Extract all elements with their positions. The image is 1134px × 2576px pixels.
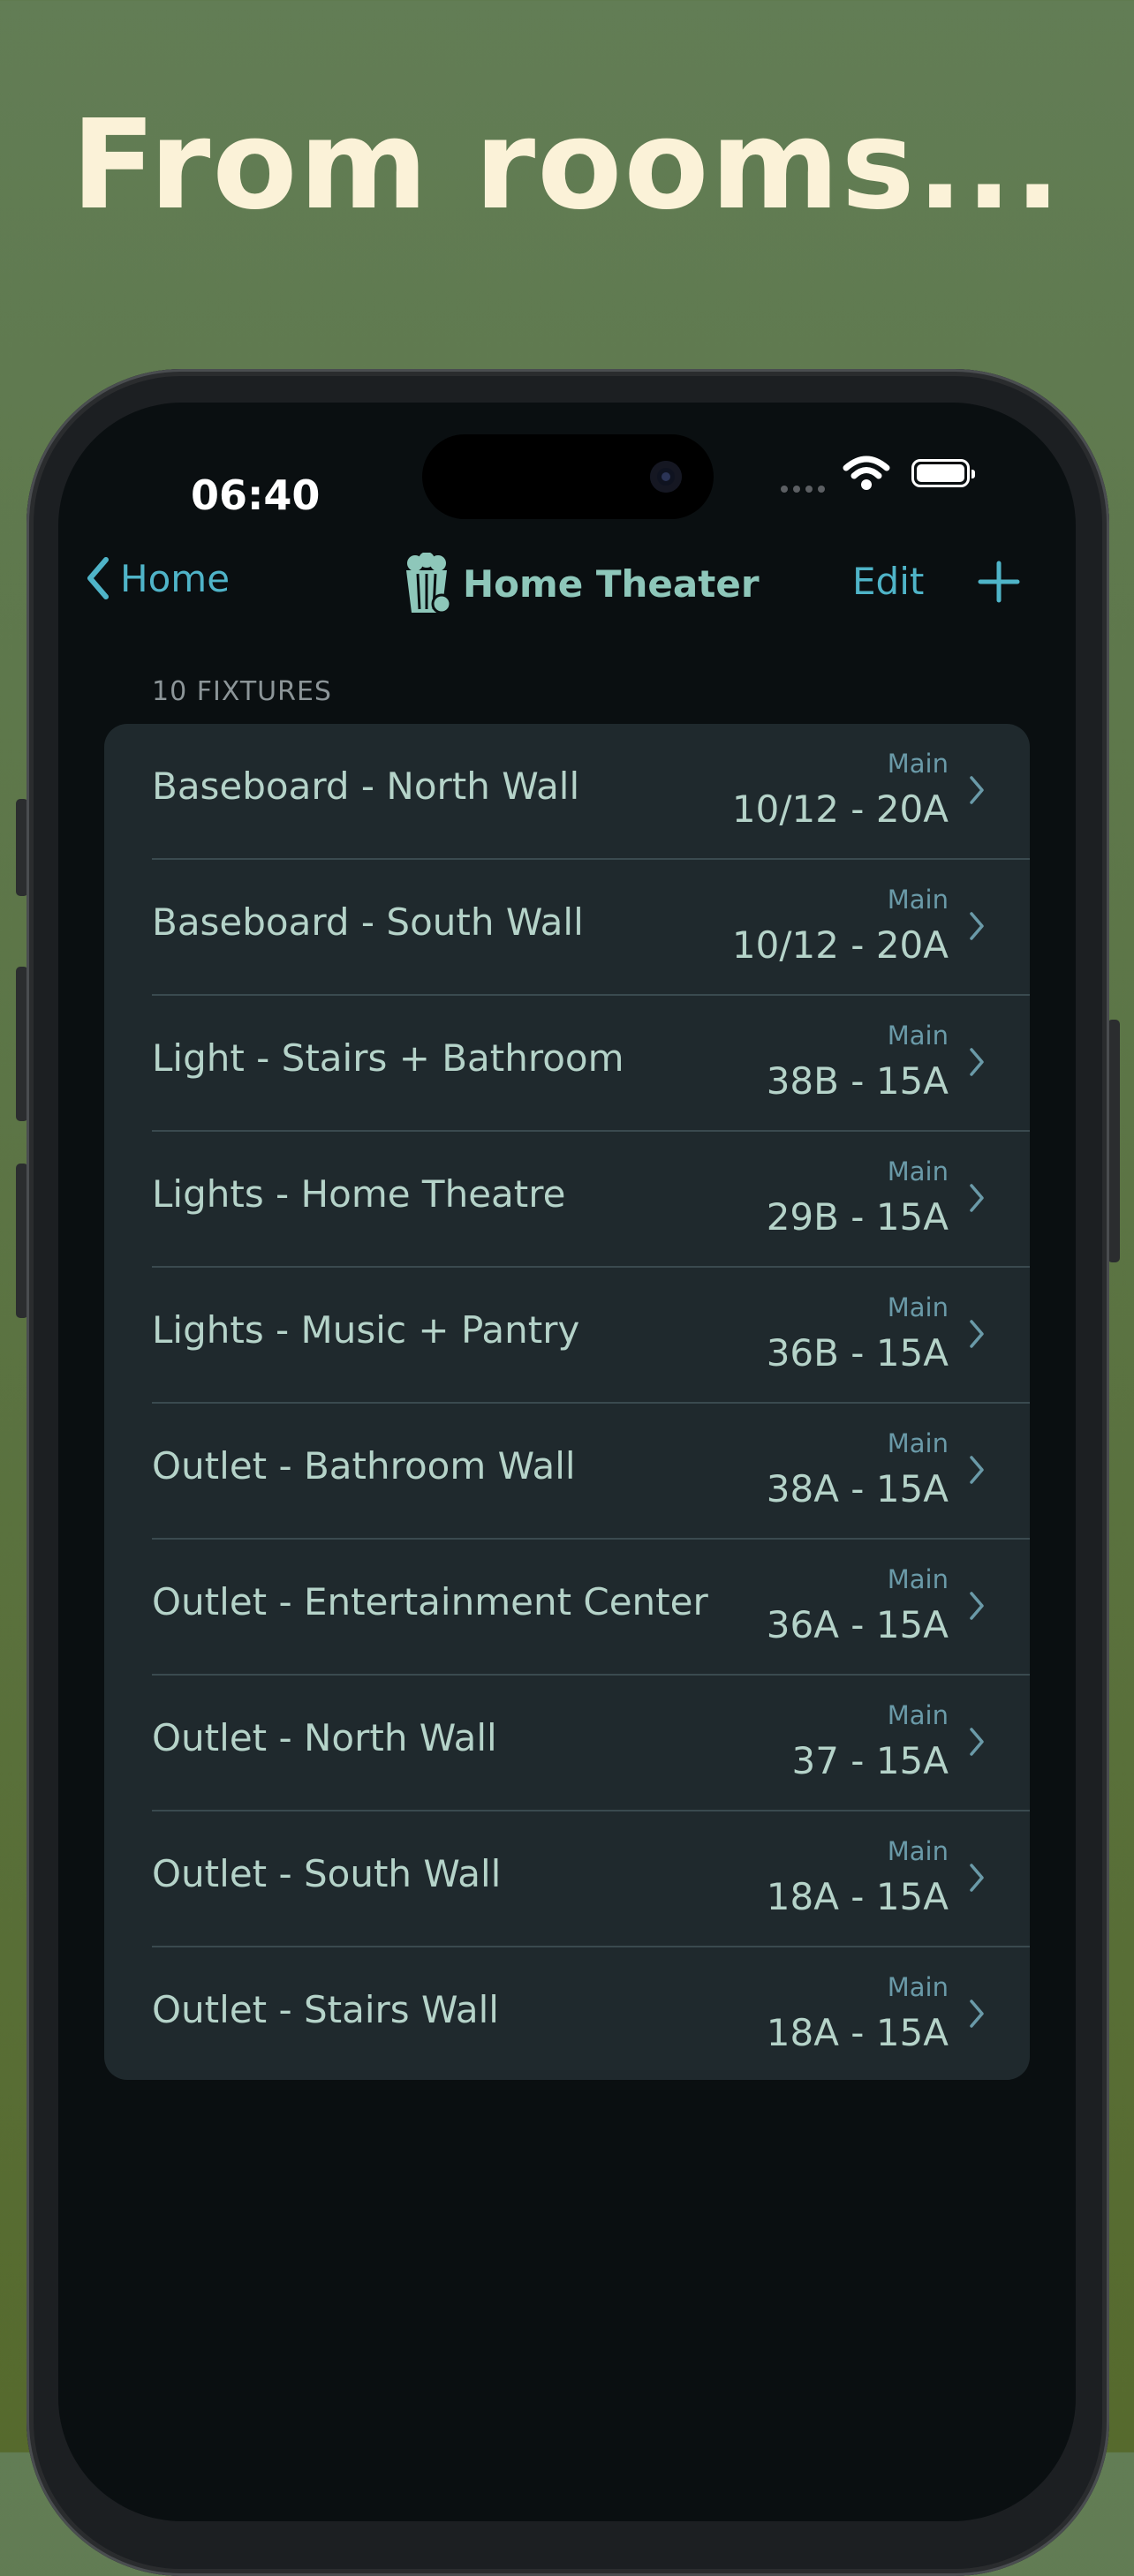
chevron-right-icon (970, 1728, 984, 1756)
fixture-panel: Main (887, 1972, 949, 2002)
fixture-name: Outlet - Entertainment Center (152, 1580, 708, 1623)
fixture-row[interactable]: Outlet - South Wall Main 18A - 15A (104, 1811, 1030, 1947)
chevron-right-icon (970, 776, 984, 804)
fixture-row[interactable]: Lights - Music + Pantry Main 36B - 15A (104, 1268, 1030, 1404)
fixture-circuit: 38A - 15A (766, 1467, 949, 1510)
fixture-panel: Main (887, 1021, 949, 1051)
fixture-name: Lights - Music + Pantry (152, 1308, 580, 1352)
page-title-text: Home Theater (463, 561, 760, 606)
popcorn-icon (406, 553, 450, 614)
chevron-right-icon (970, 1320, 984, 1348)
section-header: 10 FIXTURES (152, 676, 332, 707)
fixture-row[interactable]: Baseboard - South Wall Main 10/12 - 20A (104, 860, 1030, 996)
chevron-right-icon (970, 1864, 984, 1892)
plus-icon[interactable] (977, 560, 1021, 604)
chevron-left-icon (87, 557, 109, 599)
fixture-circuit: 36B - 15A (766, 1331, 949, 1375)
phone-screen: 06:40 Home Home Theater Edit 10 FIXTURES (58, 403, 1076, 2521)
edit-button[interactable]: Edit (852, 560, 924, 603)
fixture-row[interactable]: Light - Stairs + Bathroom Main 38B - 15A (104, 996, 1030, 1132)
chevron-right-icon (970, 2000, 984, 2028)
chevron-right-icon (970, 912, 984, 940)
fixture-circuit: 29B - 15A (766, 1195, 949, 1239)
chevron-right-icon (970, 1184, 984, 1212)
headline: From rooms... (71, 94, 1063, 237)
fixture-panel: Main (887, 749, 949, 779)
fixture-name: Lights - Home Theatre (152, 1172, 566, 1216)
fixture-name: Baseboard - North Wall (152, 765, 580, 808)
wifi-icon (843, 456, 890, 490)
fixture-row[interactable]: Baseboard - North Wall Main 10/12 - 20A (104, 724, 1030, 860)
fixture-circuit: 37 - 15A (791, 1739, 949, 1782)
fixture-row[interactable]: Outlet - Stairs Wall Main 18A - 15A (104, 1947, 1030, 2080)
camera-icon (650, 461, 682, 493)
fixture-panel: Main (887, 1428, 949, 1458)
fixture-name: Light - Stairs + Bathroom (152, 1036, 624, 1080)
chevron-right-icon (970, 1048, 984, 1076)
fixture-row[interactable]: Outlet - North Wall Main 37 - 15A (104, 1676, 1030, 1811)
fixture-name: Outlet - North Wall (152, 1716, 497, 1759)
fixture-row[interactable]: Lights - Home Theatre Main 29B - 15A (104, 1132, 1030, 1268)
fixture-row[interactable]: Outlet - Bathroom Wall Main 38A - 15A (104, 1404, 1030, 1540)
fixture-row[interactable]: Outlet - Entertainment Center Main 36A -… (104, 1540, 1030, 1676)
fixture-panel: Main (887, 1156, 949, 1186)
fixture-panel: Main (887, 1292, 949, 1322)
fixture-panel: Main (887, 1564, 949, 1594)
back-button[interactable]: Home (85, 556, 230, 600)
fixture-circuit: 18A - 15A (766, 1875, 949, 1918)
fixture-panel: Main (887, 1700, 949, 1730)
back-label: Home (120, 556, 231, 600)
page-title: Home Theater (403, 553, 760, 614)
dynamic-island (422, 434, 714, 519)
chevron-right-icon (970, 1592, 984, 1620)
fixture-name: Outlet - Bathroom Wall (152, 1444, 576, 1488)
chevron-right-icon (970, 1456, 984, 1484)
fixture-circuit: 18A - 15A (766, 2011, 949, 2054)
fixture-panel: Main (887, 885, 949, 915)
status-time: 06:40 (191, 471, 321, 519)
fixtures-list: Baseboard - North Wall Main 10/12 - 20A … (104, 724, 1030, 2080)
fixture-name: Baseboard - South Wall (152, 900, 584, 944)
fixture-name: Outlet - Stairs Wall (152, 1988, 499, 2031)
fixture-circuit: 10/12 - 20A (731, 787, 949, 831)
fixture-name: Outlet - South Wall (152, 1852, 502, 1895)
fixture-circuit: 10/12 - 20A (731, 923, 949, 967)
fixture-circuit: 38B - 15A (766, 1059, 949, 1103)
fixture-circuit: 36A - 15A (766, 1603, 949, 1646)
battery-icon (911, 459, 975, 487)
fixture-panel: Main (887, 1836, 949, 1866)
power-button (1108, 1020, 1120, 1262)
cellular-signal-icon (781, 486, 825, 493)
